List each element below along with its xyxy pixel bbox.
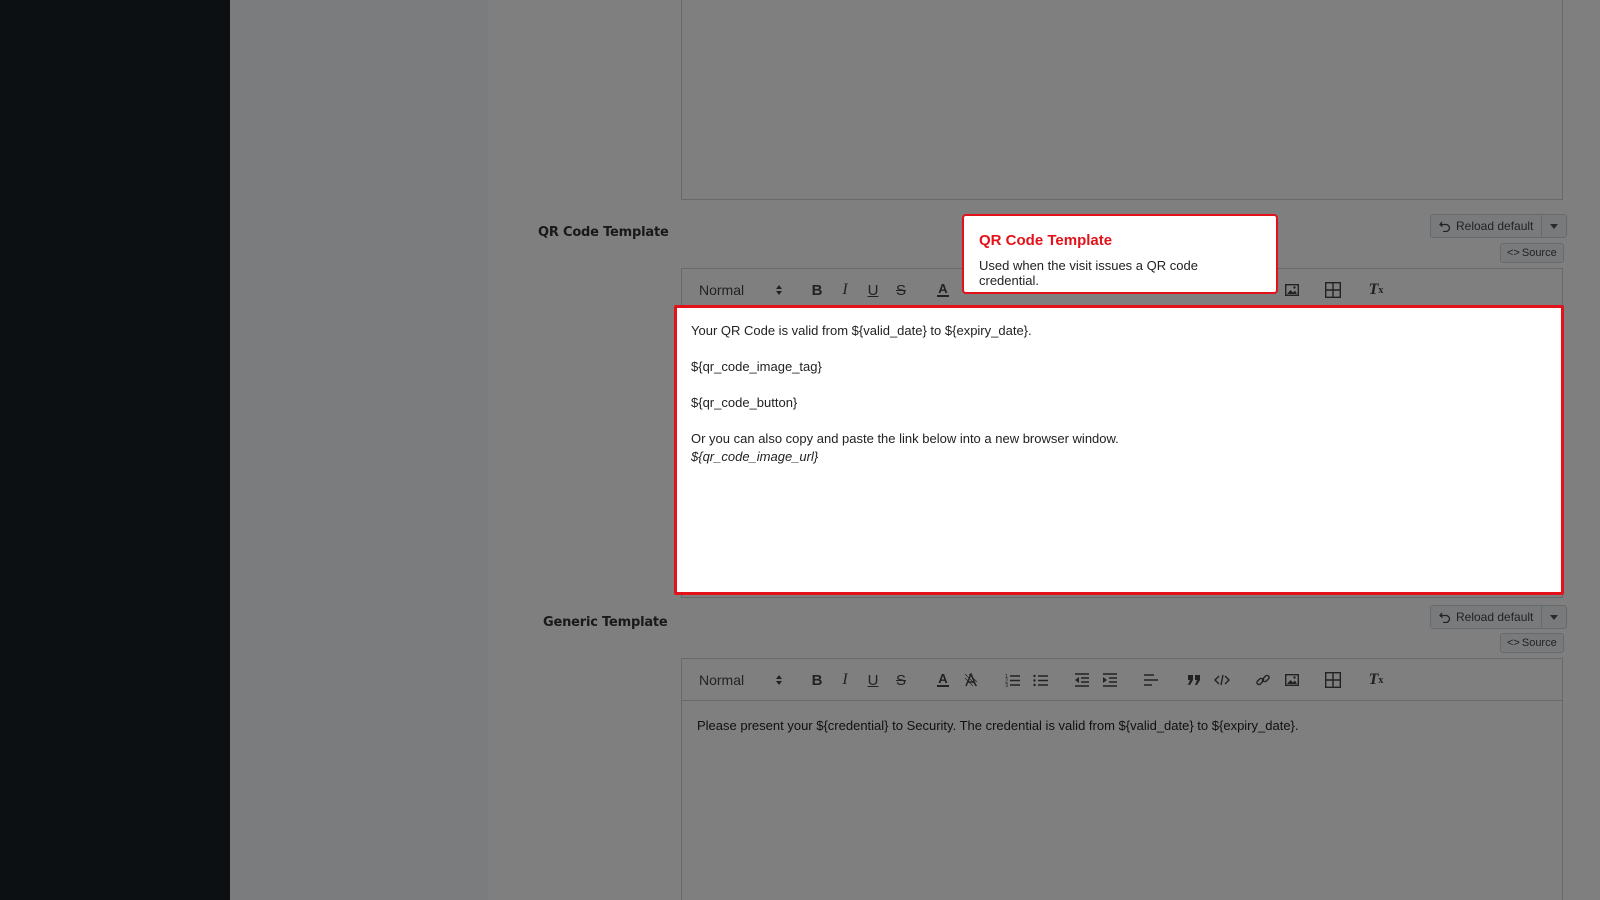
italic-icon[interactable]: I [836,280,854,300]
strikethrough-icon[interactable]: S [892,280,910,300]
chevron-down-icon [1550,614,1559,620]
generic-template-editor: Normal B I U S A 123 T x Please present … [681,658,1563,900]
select-arrows-icon [776,675,782,685]
clear-format-icon[interactable]: Tx [1366,280,1386,300]
link-icon[interactable] [1254,670,1272,690]
generic-source-button[interactable]: <> Source [1500,633,1564,653]
italic-icon[interactable]: I [836,670,854,690]
ordered-list-icon[interactable]: 123 [1004,670,1022,690]
qr-source-button[interactable]: <> Source [1500,243,1564,263]
qr-reload-default-button[interactable]: Reload default [1431,215,1543,237]
svg-text:3: 3 [1005,683,1008,687]
outdent-icon[interactable] [1073,670,1091,690]
underline-icon[interactable]: U [864,280,882,300]
qr-editor-body[interactable]: Your QR Code is valid from ${valid_date}… [677,308,1561,592]
qr-line-3: ${qr_code_button} [691,395,798,410]
generic-reload-default-button[interactable]: Reload default [1431,606,1543,628]
undo-icon [1439,612,1451,623]
bullet-list-icon[interactable] [1032,670,1050,690]
clear-format-icon[interactable]: Tx [1366,670,1386,690]
format-select-value: Normal [699,282,745,298]
font-color-icon[interactable]: A [934,670,952,690]
code-brackets-icon: <> [1507,637,1520,649]
generic-format-select[interactable]: Normal [699,670,784,690]
qr-reload-default-group: Reload default [1430,214,1568,238]
background-color-icon[interactable] [962,670,980,690]
reload-default-label: Reload default [1456,610,1534,624]
chevron-down-icon [1550,223,1559,229]
generic-editor-toolbar: Normal B I U S A 123 T x [682,659,1562,701]
align-icon[interactable] [1142,670,1160,690]
source-label: Source [1521,247,1557,259]
bold-icon[interactable]: B [808,280,826,300]
format-select-value: Normal [699,672,745,688]
qr-line-2: ${qr_code_image_tag} [691,359,822,374]
tooltip-title: QR Code Template [979,232,1113,249]
bold-icon[interactable]: B [808,670,826,690]
table-icon[interactable] [1323,280,1343,300]
font-color-icon[interactable]: A [934,280,952,300]
qr-line-1: Your QR Code is valid from ${valid_date}… [691,323,1032,338]
underline-icon[interactable]: U [864,670,882,690]
indent-icon[interactable] [1101,670,1119,690]
generic-reload-default-group: Reload default [1430,605,1568,629]
undo-icon [1439,221,1451,232]
generic-reload-dropdown-toggle[interactable] [1542,606,1566,628]
code-brackets-icon: <> [1507,247,1520,259]
code-block-icon[interactable] [1213,670,1231,690]
tooltip-body: Used when the visit issues a QR code cre… [979,258,1198,288]
generic-line-1: Please present your ${credential} to Sec… [697,718,1299,733]
qr-format-select[interactable]: Normal [699,280,784,300]
generic-editor-body[interactable]: Please present your ${credential} to Sec… [682,701,1562,900]
source-label: Source [1521,637,1557,649]
strikethrough-icon[interactable]: S [892,670,910,690]
table-icon[interactable] [1323,670,1343,690]
image-icon[interactable] [1282,670,1302,690]
app-sidebar [0,0,230,900]
settings-nav-panel [230,0,488,900]
blockquote-icon[interactable] [1185,670,1203,690]
reload-default-label: Reload default [1456,219,1534,233]
image-icon[interactable] [1282,280,1302,300]
qr-line-5: ${qr_code_image_url} [691,449,819,464]
qr-reload-dropdown-toggle[interactable] [1542,215,1566,237]
tour-tooltip: QR Code Template Used when the visit iss… [962,214,1278,294]
previous-template-editor[interactable] [681,0,1563,200]
qr-template-label: QR Code Template [538,225,669,240]
qr-line-4: Or you can also copy and paste the link … [691,431,1119,446]
generic-template-label: Generic Template [543,615,668,630]
qr-editor-body-highlight[interactable]: Your QR Code is valid from ${valid_date}… [674,305,1564,595]
select-arrows-icon [776,285,782,295]
